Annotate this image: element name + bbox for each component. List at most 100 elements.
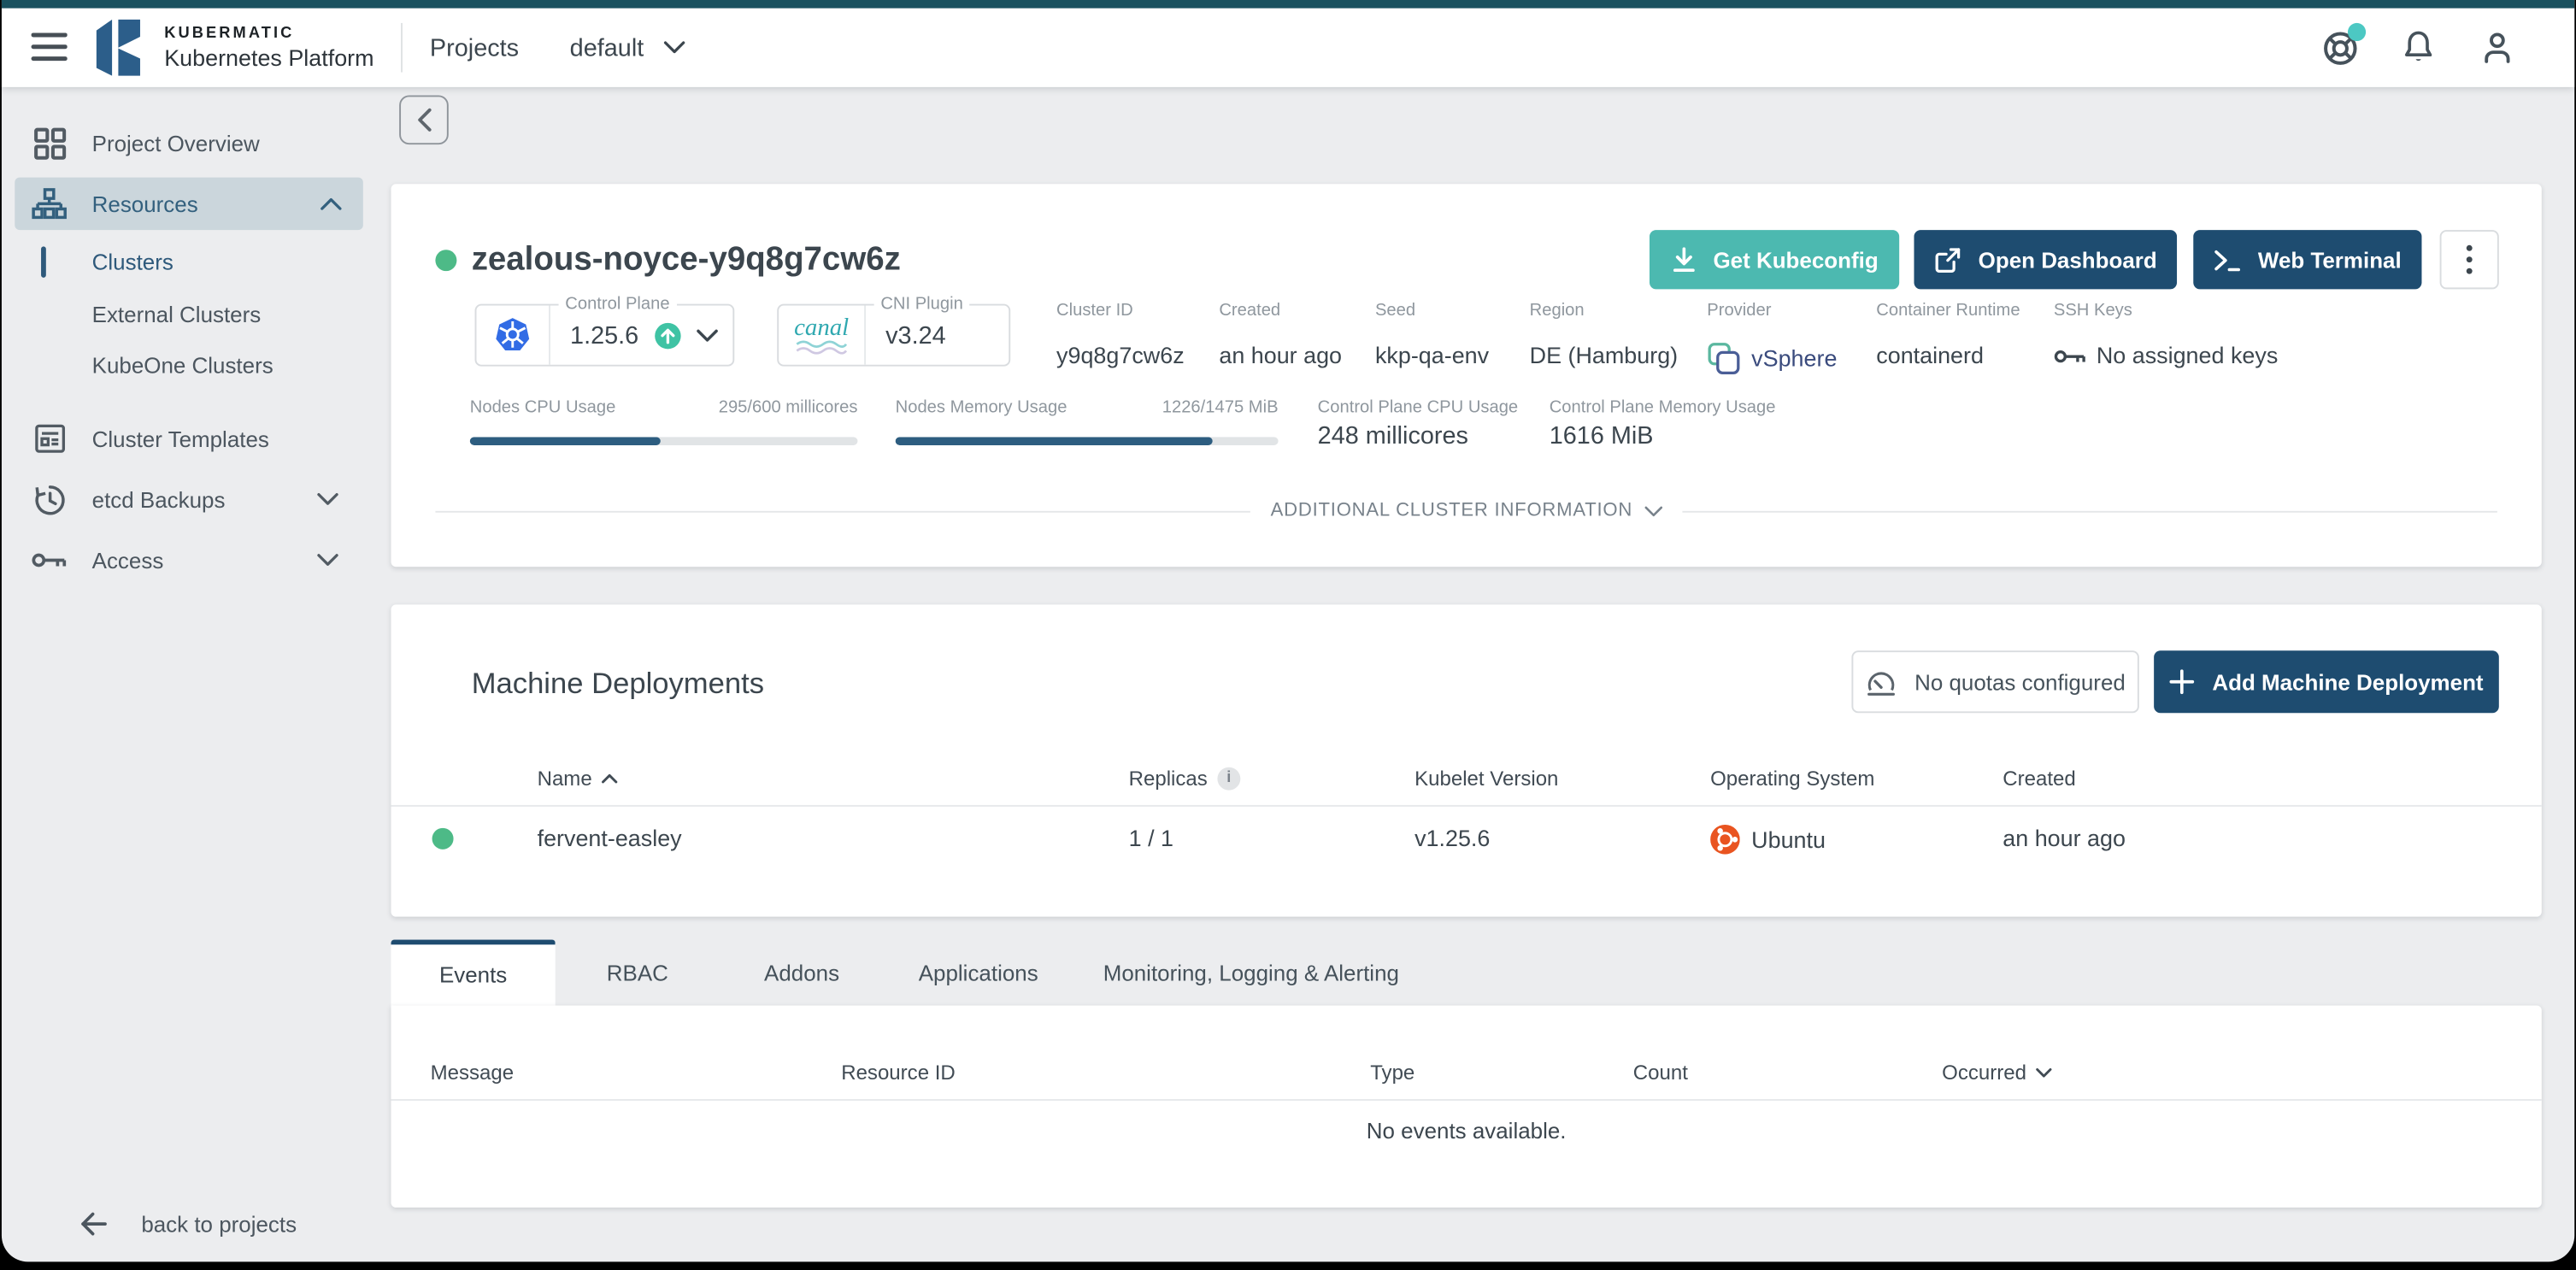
notifications-button[interactable] — [2397, 26, 2440, 69]
usage-label: Nodes CPU Usage — [469, 397, 616, 418]
info-label: Provider — [1707, 300, 1772, 320]
sidebar-item-project-overview[interactable]: Project Overview — [2, 116, 376, 169]
get-kubeconfig-button[interactable]: Get Kubeconfig — [1649, 230, 1900, 290]
cell-replicas: 1 / 1 — [1128, 824, 1174, 851]
quota-status-label: No quotas configured — [1914, 669, 2126, 695]
sidebar-label: Access — [91, 548, 164, 573]
control-plane-memory-label: Control Plane Memory Usage — [1549, 397, 1776, 418]
vsphere-icon — [1708, 343, 1740, 374]
column-header-kubelet-version: Kubelet Version — [1414, 766, 1558, 792]
canal-logo-text: canal — [794, 315, 850, 341]
open-dashboard-button[interactable]: Open Dashboard — [1914, 230, 2178, 290]
brand-text: KUBERMATIC Kubernetes Platform — [164, 26, 373, 69]
app-window: KUBERMATIC Kubernetes Platform Projects … — [0, 0, 2576, 1270]
additional-info-label: ADDITIONAL CLUSTER INFORMATION — [1270, 501, 1633, 521]
tab-monitoring-logging-alerting[interactable]: Monitoring, Logging & Alerting — [1073, 940, 1429, 1006]
version-dropdown-chevron[interactable] — [697, 327, 718, 342]
divider — [1681, 509, 2497, 512]
sidebar-item-cluster-templates[interactable]: Cluster Templates — [2, 412, 376, 465]
history-icon — [32, 482, 68, 516]
usage-value: 295/600 millicores — [718, 397, 858, 418]
back-to-projects-link[interactable]: back to projects — [2, 1206, 376, 1242]
arrow-left-icon — [79, 1211, 109, 1238]
button-label: Web Terminal — [2257, 247, 2402, 273]
column-header-occurred[interactable]: Occurred — [1942, 1060, 2053, 1086]
cluster-status-dot — [435, 250, 457, 272]
column-label: Occurred — [1942, 1061, 2026, 1085]
column-header-created: Created — [2003, 766, 2076, 792]
sidebar-label: Clusters — [91, 250, 173, 275]
column-label: Created — [2003, 767, 2076, 791]
tab-events[interactable]: Events — [391, 939, 556, 1006]
template-card-icon — [32, 422, 68, 455]
chevron-down-icon — [317, 554, 338, 567]
sidebar-item-access[interactable]: Access — [2, 534, 376, 587]
top-accent-strip — [1, 0, 2575, 9]
tab-applications[interactable]: Applications — [884, 940, 1073, 1006]
button-label: Get Kubeconfig — [1713, 247, 1879, 273]
app-header: KUBERMATIC Kubernetes Platform Projects … — [1, 8, 2575, 87]
info-seed: Seed kkp-qa-env — [1375, 301, 1489, 370]
web-terminal-button[interactable]: Web Terminal — [2193, 230, 2422, 290]
control-plane-memory-value: 1616 MiB — [1549, 422, 1654, 450]
brand-name: KUBERMATIC — [164, 24, 295, 43]
cluster-summary-card: zealous-noyce-y9q8g7cw6z Get Kubeconfig … — [391, 184, 2542, 567]
tab-addons[interactable]: Addons — [720, 940, 884, 1006]
chevron-up-icon — [321, 197, 342, 210]
tab-label: Applications — [918, 960, 1038, 985]
grid-icon — [32, 126, 68, 160]
info-value: DE (Hamburg) — [1529, 341, 1679, 368]
control-plane-version-control[interactable]: Control Plane 1.25.6 — [474, 292, 735, 367]
column-label: Kubelet Version — [1414, 767, 1559, 791]
info-region: Region DE (Hamburg) — [1530, 301, 1678, 370]
column-header-type: Type — [1370, 1060, 1414, 1086]
column-header-name[interactable]: Name — [538, 766, 619, 792]
divider — [435, 509, 1251, 512]
progress-fill — [895, 437, 1214, 445]
back-to-projects-label: back to projects — [141, 1211, 297, 1237]
kubermatic-logo[interactable] — [92, 18, 148, 77]
tab-label: RBAC — [606, 960, 668, 985]
info-container-runtime: Container Runtime containerd — [1876, 301, 2020, 370]
add-machine-deployment-button[interactable]: Add Machine Deployment — [2154, 650, 2499, 714]
button-label: Open Dashboard — [1978, 247, 2157, 273]
machine-deployments-title: Machine Deployments — [471, 667, 765, 700]
info-icon: i — [1217, 767, 1241, 791]
info-label: Created — [1219, 300, 1281, 320]
cni-plugin-version: v3.24 — [885, 320, 946, 350]
sidebar: Project Overview Resources Clusters Exte… — [2, 87, 376, 1261]
info-provider: Provider vSphere — [1707, 301, 1837, 376]
gauge-icon — [1867, 671, 1896, 695]
sidebar-item-etcd-backups[interactable]: etcd Backups — [2, 473, 376, 526]
cell-kubelet-version: v1.25.6 — [1414, 824, 1491, 851]
table-divider — [391, 804, 2542, 807]
tab-rbac[interactable]: RBAC — [556, 940, 720, 1006]
cluster-name: zealous-noyce-y9q8g7cw6z — [471, 241, 901, 278]
upgrade-available-icon — [652, 320, 684, 351]
kubermatic-logo-icon — [96, 19, 140, 76]
control-plane-cpu-label: Control Plane CPU Usage — [1317, 397, 1519, 418]
cni-plugin-label: CNI Plugin — [873, 292, 970, 316]
quota-status-button[interactable]: No quotas configured — [1851, 650, 2139, 714]
ubuntu-icon — [1710, 824, 1740, 855]
key-icon — [32, 549, 68, 572]
support-menu-button[interactable] — [2318, 22, 2367, 69]
hamburger-menu-button[interactable] — [28, 26, 71, 69]
user-menu-button[interactable] — [2476, 26, 2519, 69]
sidebar-label: External Clusters — [91, 302, 262, 327]
project-selector[interactable]: default — [570, 33, 685, 62]
sitemap-icon — [32, 186, 68, 220]
info-label: Cluster ID — [1056, 300, 1133, 320]
chevron-down-icon — [1644, 505, 1662, 516]
info-value: vSphere — [1751, 344, 1838, 372]
usage-value: 1226/1475 MiB — [1162, 397, 1279, 418]
sidebar-item-resources[interactable]: Resources — [15, 177, 363, 231]
cell-operating-system: Ubuntu — [1710, 824, 1826, 855]
column-label: Name — [537, 767, 592, 791]
notification-badge — [2347, 22, 2367, 42]
back-button[interactable] — [399, 95, 449, 145]
info-value: containerd — [1876, 341, 1984, 368]
cluster-actions-menu-button[interactable] — [2439, 230, 2499, 290]
nodes-memory-progress-bar — [895, 437, 1279, 445]
additional-cluster-information-toggle[interactable]: ADDITIONAL CLUSTER INFORMATION — [435, 497, 2497, 526]
